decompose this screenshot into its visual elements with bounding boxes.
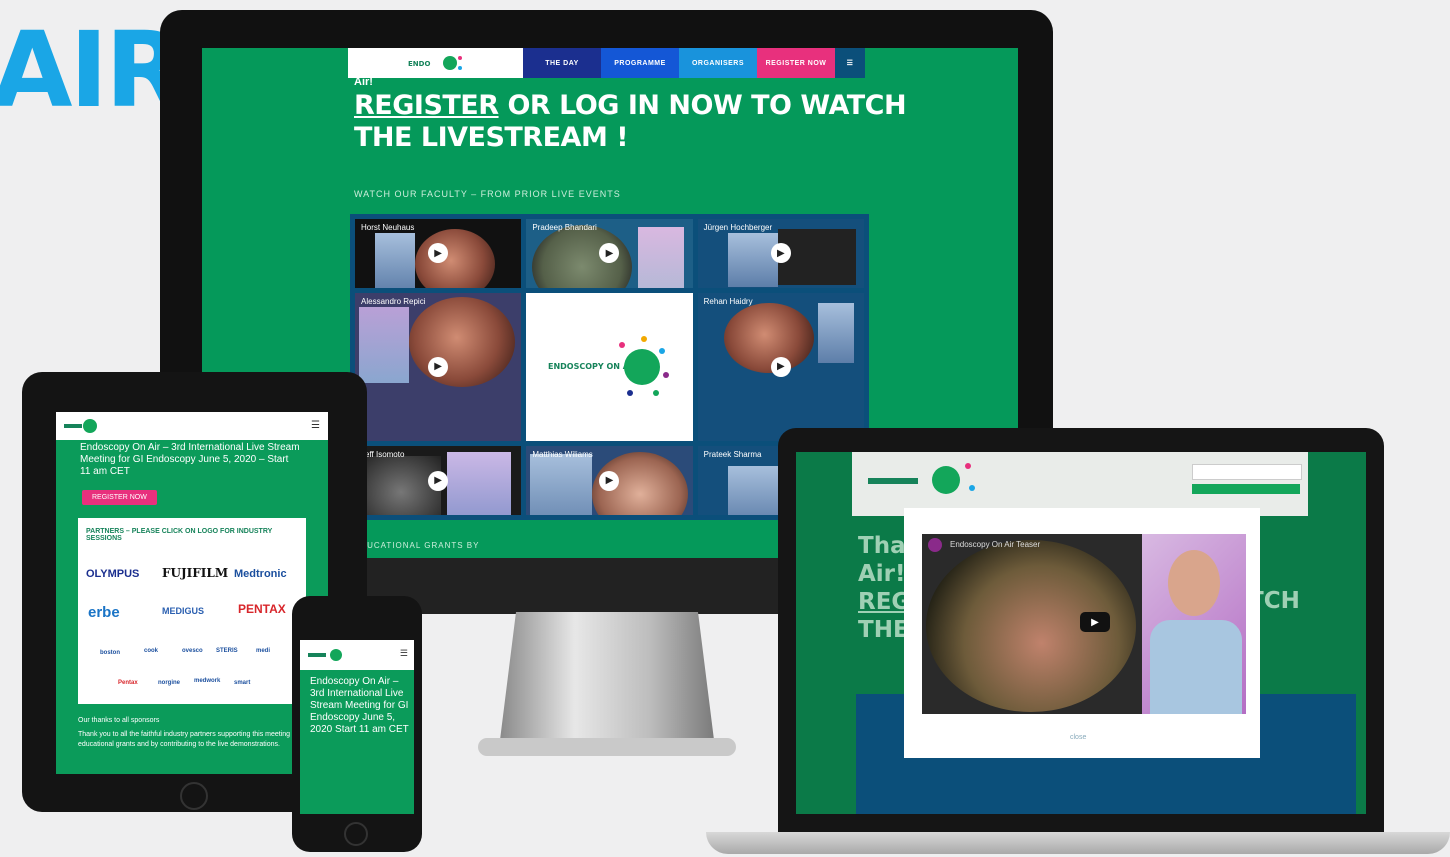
play-icon[interactable]: ▶: [428, 470, 449, 491]
partner-logo-medigus[interactable]: MEDIGUS: [162, 606, 204, 616]
home-button-icon: [180, 782, 208, 810]
video-tile[interactable]: Alessandro Repici ▶: [355, 292, 522, 442]
menu-icon[interactable]: ☰: [311, 420, 320, 431]
play-icon[interactable]: ▶: [1080, 612, 1110, 632]
partner-logo[interactable]: ovesco: [182, 648, 203, 654]
endoscopy-logo-icon: [308, 649, 342, 661]
partner-logo-olympus[interactable]: OLYMPUS: [86, 568, 139, 580]
video-title: Prateek Sharma: [703, 450, 762, 460]
laptop-base: [706, 832, 1450, 854]
tablet-screen: ☰ Endoscopy On Air – 3rd International L…: [56, 412, 328, 774]
tablet-footer: Our thanks to all sponsors Thank you to …: [78, 716, 308, 750]
channel-avatar-icon: [928, 538, 942, 552]
partner-logo-pentax[interactable]: PENTAX: [238, 602, 286, 616]
video-tile[interactable]: Rehan Haidry ▶: [697, 292, 864, 442]
endoscopy-logo-icon: [868, 463, 975, 494]
nav-item-the-day[interactable]: THE DAY: [523, 48, 601, 78]
video-tile[interactable]: Jürgen Hochberger ▶: [697, 219, 864, 288]
login-button[interactable]: [1192, 484, 1300, 494]
video-thumbnail-person: [727, 466, 778, 515]
video-thumbnail-person: [375, 233, 415, 288]
brand-wordmark: AIR: [0, 9, 185, 131]
page-headline: REGISTER OR LOG IN NOW TO WATCH THE LIVE…: [354, 90, 907, 154]
video-title: Pradeep Bhandari: [532, 223, 597, 232]
section-subhead: WATCH OUR FACULTY – FROM PRIOR LIVE EVEN…: [354, 189, 621, 199]
sponsors-title: Our thanks to all sponsors: [78, 717, 160, 724]
menu-icon[interactable]: ☰: [835, 48, 865, 78]
video-thumbnail-person: [727, 233, 778, 287]
endoscopy-logo-icon: [64, 419, 97, 433]
sponsors-text: Thank you to all the faithful industry p…: [78, 731, 305, 748]
video-title: Alessandro Repici: [361, 296, 426, 306]
modal-close-link[interactable]: close: [1070, 734, 1086, 741]
partner-logo[interactable]: STERIS: [216, 648, 238, 654]
phone-screen: ☰ Endoscopy On Air – 3rd International L…: [300, 640, 414, 814]
video-title: Jeff Isomoto: [361, 450, 405, 460]
endoscopy-thumbnail: [409, 296, 515, 387]
video-title: Endoscopy On Air Teaser: [950, 540, 1041, 549]
phone-header: ☰: [300, 640, 414, 670]
video-thumbnail-person: [359, 306, 409, 383]
laptop-header: [852, 452, 1308, 516]
partner-logo[interactable]: boston: [100, 650, 120, 656]
partner-logo-erbe[interactable]: erbe: [88, 604, 120, 621]
video-thumbnail-person: [447, 452, 511, 515]
play-icon[interactable]: ▶: [770, 356, 791, 377]
video-tile[interactable]: Pradeep Bhandari ▶: [526, 219, 693, 288]
headline-small: Air!: [354, 76, 373, 88]
play-icon[interactable]: ▶: [428, 356, 449, 377]
video-tile[interactable]: Jeff Isomoto ▶: [355, 446, 522, 515]
partner-logo[interactable]: cook: [144, 648, 158, 654]
partner-logo[interactable]: norgine: [158, 680, 180, 686]
endoscopy-thumbnail: [415, 229, 495, 288]
partners-title: PARTNERS – PLEASE CLICK ON LOGO FOR INDU…: [86, 528, 273, 542]
video-title: Matthias Wiliams: [532, 450, 593, 460]
headline-text: OR LOG IN NOW TO WATCH: [498, 90, 907, 121]
video-thumbnail-person: [530, 454, 593, 515]
video-tile[interactable]: Matthias Wiliams ▶: [526, 446, 693, 515]
video-modal: Endoscopy On Air Teaser ▶ close: [904, 508, 1260, 758]
video-title: Rehan Haidry: [703, 296, 753, 306]
video-tile[interactable]: Horst Neuhaus ▶: [355, 219, 522, 288]
nav-item-register-now[interactable]: REGISTER NOW: [757, 48, 835, 78]
tablet-title: Endoscopy On Air – 3rd International Liv…: [80, 442, 300, 477]
partner-logo-fujifilm[interactable]: FUJIFILM: [162, 566, 228, 580]
tablet-header: ☰: [56, 412, 328, 440]
endoscopy-logo-icon: ENDO: [408, 56, 462, 70]
presenter-body: [1150, 620, 1242, 714]
video-thumbnail-person: [638, 227, 685, 288]
grants-heading: EDUCATIONAL GRANTS BY: [354, 541, 480, 550]
partner-logo[interactable]: medwork: [194, 678, 220, 684]
nav-item-organisers[interactable]: ORGANISERS: [679, 48, 757, 78]
presenter-head: [1168, 550, 1220, 616]
partner-logo[interactable]: Pentax: [118, 680, 138, 686]
menu-icon[interactable]: ☰: [400, 648, 408, 659]
site-logo[interactable]: ENDO: [348, 48, 523, 78]
phone-event-text: Endoscopy On Air – 3rd International Liv…: [310, 676, 409, 735]
register-now-button[interactable]: REGISTER NOW: [82, 490, 157, 505]
register-link[interactable]: REGISTER: [354, 90, 499, 121]
endoscopy-on-air-logo-tile: ENDOSCOPY ON AIR: [526, 292, 693, 442]
headline-line2: THE LIVESTREAM !: [354, 122, 629, 153]
home-button-icon: [344, 822, 368, 846]
svg-text:ENDO: ENDO: [408, 60, 430, 68]
top-navigation: ENDO THE DAY PROGRAMME ORGANISERS REGIST…: [348, 48, 868, 78]
partner-logo-medtronic[interactable]: Medtronic: [234, 568, 287, 580]
video-title: Horst Neuhaus: [361, 223, 415, 232]
endoscopy-on-air-logo-icon: ENDOSCOPY ON AIR: [548, 335, 670, 396]
partner-logo[interactable]: smart: [234, 680, 250, 686]
video-title: Jürgen Hochberger: [703, 223, 773, 232]
monitor-stand: [478, 612, 736, 756]
partners-card: PARTNERS – PLEASE CLICK ON LOGO FOR INDU…: [78, 518, 306, 704]
youtube-player[interactable]: Endoscopy On Air Teaser ▶: [922, 534, 1246, 714]
video-thumbnail-person: [817, 302, 854, 363]
nav-item-programme[interactable]: PROGRAMME: [601, 48, 679, 78]
login-email-input[interactable]: [1192, 464, 1302, 480]
endoscopy-thumbnail: [723, 302, 814, 373]
partner-logo[interactable]: medi: [256, 648, 270, 654]
